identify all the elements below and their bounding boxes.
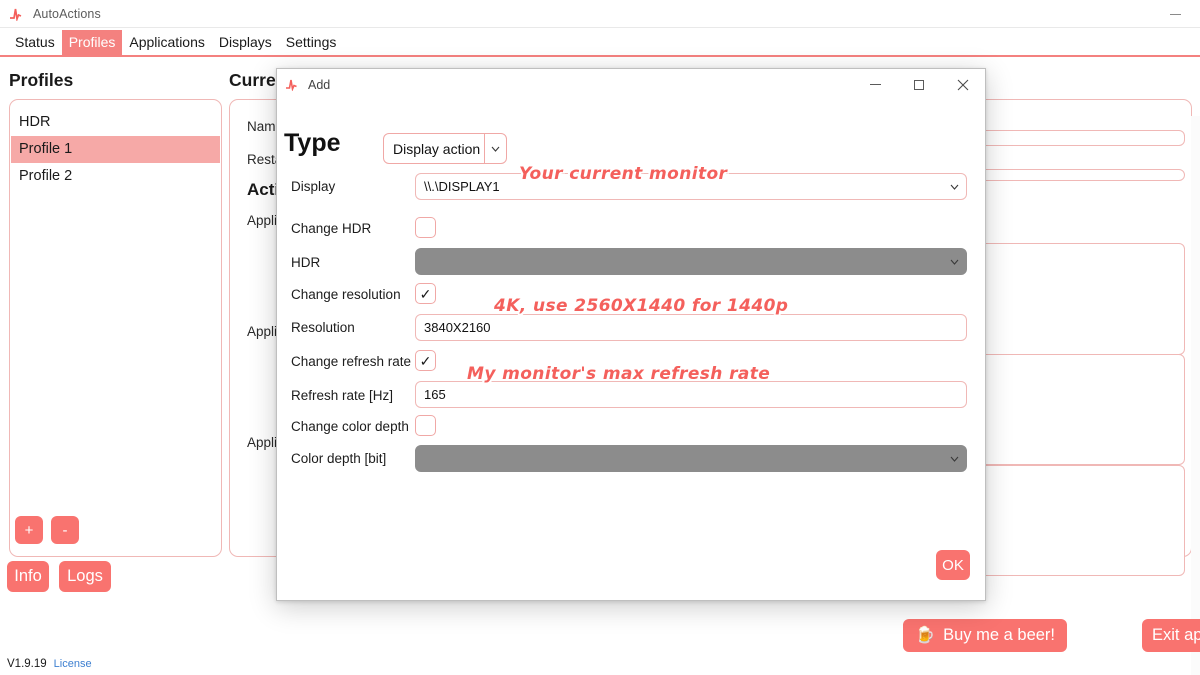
version-text: V1.9.19 xyxy=(7,658,47,670)
list-item[interactable]: Profile 2 xyxy=(11,163,220,190)
refresh-rate-input-value: 165 xyxy=(416,387,446,402)
menu-item-applications[interactable]: Applications xyxy=(122,30,212,55)
change-hdr-label: Change HDR xyxy=(291,221,371,236)
change-resolution-label: Change resolution xyxy=(291,287,401,302)
change-refresh-rate-label: Change refresh rate xyxy=(291,354,411,369)
resolution-label: Resolution xyxy=(291,320,355,335)
refresh-rate-label: Refresh rate [Hz] xyxy=(291,388,393,403)
buy-me-a-beer-button[interactable]: 🍺 Buy me a beer! xyxy=(903,619,1067,652)
annotation-resolution: 4K, use 2560X1440 for 1440p xyxy=(494,296,788,316)
color-depth-combobox xyxy=(415,445,967,472)
menu-item-status[interactable]: Status xyxy=(8,30,62,55)
display-label: Display xyxy=(291,179,335,194)
annotation-display: Your current monitor xyxy=(519,164,727,184)
menu-item-settings[interactable]: Settings xyxy=(279,30,344,55)
resolution-input-value: 3840X2160 xyxy=(416,320,491,335)
remove-profile-button[interactable]: - xyxy=(51,516,79,544)
add-profile-button[interactable]: + xyxy=(15,516,43,544)
vertical-scrollbar[interactable] xyxy=(1191,116,1200,675)
info-button[interactable]: Info xyxy=(7,561,49,592)
check-icon: ✓ xyxy=(420,287,432,301)
annotation-refresh-rate: My monitor's max refresh rate xyxy=(467,364,770,384)
profiles-section-title: Profiles xyxy=(9,70,73,91)
profiles-list: HDR Profile 1 Profile 2 xyxy=(10,109,221,190)
version-row: V1.9.19 License xyxy=(7,658,92,670)
list-item[interactable]: Profile 1 xyxy=(11,136,220,163)
type-select-value: Display action xyxy=(384,141,484,157)
type-label: Type xyxy=(284,129,341,158)
menu-item-profiles[interactable]: Profiles xyxy=(62,30,123,55)
hdr-combobox xyxy=(415,248,967,275)
minimize-button[interactable] xyxy=(1158,6,1192,22)
add-dialog: Add Type Display action Display xyxy=(276,68,986,601)
list-item[interactable]: HDR xyxy=(11,109,220,136)
dialog-close-button[interactable] xyxy=(941,69,985,100)
ok-button[interactable]: OK xyxy=(936,550,970,580)
dialog-minimize-button[interactable] xyxy=(853,69,897,100)
license-link[interactable]: License xyxy=(54,658,92,670)
change-hdr-checkbox[interactable] xyxy=(415,217,436,238)
resolution-input[interactable]: 3840X2160 xyxy=(415,314,967,341)
chevron-down-icon xyxy=(950,456,966,462)
app-title: AutoActions xyxy=(33,7,101,21)
exit-app-button[interactable]: Exit app xyxy=(1142,619,1200,652)
color-depth-label: Color depth [bit] xyxy=(291,451,386,466)
buy-me-a-beer-label: Buy me a beer! xyxy=(943,627,1055,644)
chevron-down-icon xyxy=(950,184,966,190)
main-titlebar: AutoActions xyxy=(0,0,1200,28)
hdr-label: HDR xyxy=(291,255,320,270)
check-icon: ✓ xyxy=(420,354,432,368)
menubar: Status Profiles Applications Displays Se… xyxy=(0,29,1200,57)
dialog-maximize-button[interactable] xyxy=(897,69,941,100)
chevron-down-icon xyxy=(485,146,506,152)
change-color-depth-label: Change color depth xyxy=(291,419,409,434)
change-refresh-rate-checkbox[interactable]: ✓ xyxy=(415,350,436,371)
display-combobox-value: \\.\DISPLAY1 xyxy=(416,179,500,194)
dialog-title: Add xyxy=(308,78,330,92)
change-color-depth-checkbox[interactable] xyxy=(415,415,436,436)
logs-button[interactable]: Logs xyxy=(59,561,111,592)
autoactions-logo-icon xyxy=(9,7,26,21)
application-window: AutoActions Status Profiles Applications… xyxy=(0,0,1200,675)
profiles-panel: HDR Profile 1 Profile 2 xyxy=(9,99,222,557)
refresh-rate-input[interactable]: 165 xyxy=(415,381,967,408)
autoactions-logo-icon xyxy=(285,78,301,91)
type-select[interactable]: Display action xyxy=(383,133,507,164)
beer-mug-icon: 🍺 xyxy=(915,628,935,644)
chevron-down-icon xyxy=(950,259,966,265)
menu-item-displays[interactable]: Displays xyxy=(212,30,279,55)
change-resolution-checkbox[interactable]: ✓ xyxy=(415,283,436,304)
dialog-titlebar: Add xyxy=(277,69,985,100)
